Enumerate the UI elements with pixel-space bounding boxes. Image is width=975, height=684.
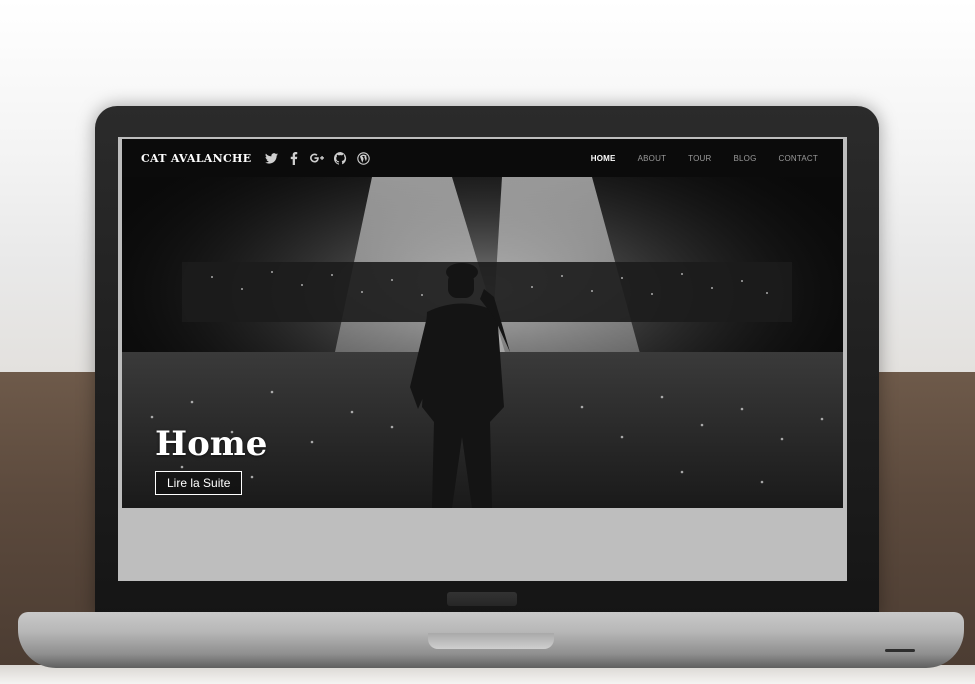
twitter-icon[interactable] [264,151,278,165]
facebook-icon[interactable] [287,151,301,165]
wordpress-icon[interactable] [356,151,370,165]
laptop-logo [447,592,517,606]
google-plus-icon[interactable] [310,151,325,165]
laptop-screen: CAT AVALANCHE HOME ABOUT TOUR BLOG CONTA… [118,137,847,581]
nav-blog[interactable]: BLOG [722,154,767,163]
github-icon[interactable] [333,151,347,165]
site-navbar: CAT AVALANCHE HOME ABOUT TOUR BLOG CONTA… [122,139,843,177]
page-content-area [118,508,847,581]
laptop-notch [428,633,554,649]
nav-contact[interactable]: CONTACT [768,154,829,163]
nav-tour[interactable]: TOUR [677,154,722,163]
site-brand[interactable]: CAT AVALANCHE [141,152,251,165]
laptop-led [885,649,915,652]
nav-home[interactable]: HOME [580,154,627,163]
nav-about[interactable]: ABOUT [627,154,678,163]
main-nav: HOME ABOUT TOUR BLOG CONTACT [580,154,829,163]
social-links [264,151,370,165]
hero-title: Home [155,424,268,464]
hero-banner: Home Lire la Suite [122,177,843,508]
read-more-button[interactable]: Lire la Suite [155,471,243,495]
